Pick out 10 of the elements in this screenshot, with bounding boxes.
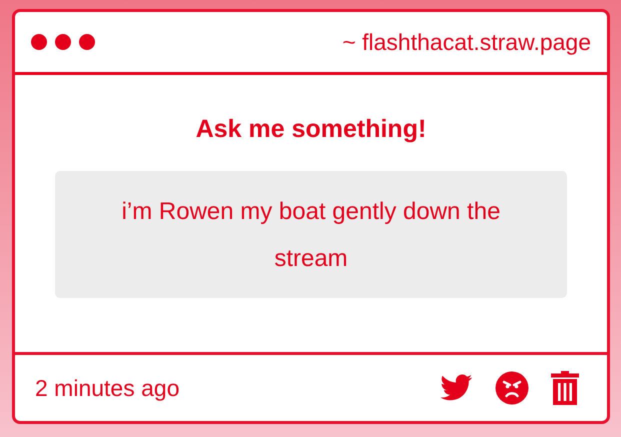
angry-face-icon[interactable] (495, 371, 529, 405)
answer-text: i’m Rowen my boat gently down the stream (55, 171, 567, 298)
trash-icon[interactable] (551, 371, 579, 405)
dot-icon (55, 34, 71, 50)
dot-icon (31, 34, 47, 50)
site-address: ~ flashthacat.straw.page (342, 28, 591, 56)
dot-icon (79, 34, 95, 50)
bird-icon[interactable] (439, 374, 473, 402)
prompt-title: Ask me something! (196, 115, 426, 144)
timestamp: 2 minutes ago (35, 374, 180, 402)
